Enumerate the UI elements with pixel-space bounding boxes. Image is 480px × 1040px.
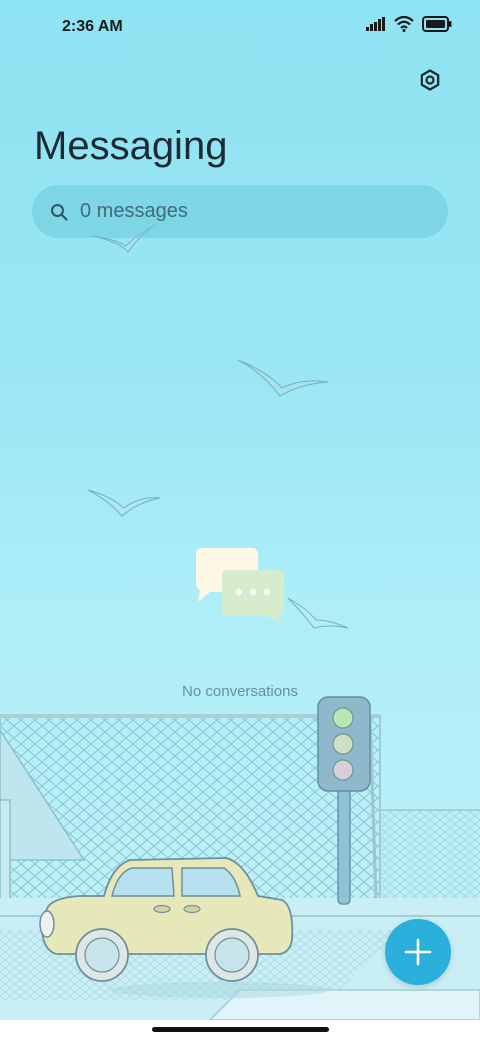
search-icon: [50, 203, 68, 221]
search-bar[interactable]: 0 messages: [32, 185, 448, 238]
status-time: 2:36 AM: [62, 18, 123, 35]
chat-bubbles-icon: [196, 548, 284, 624]
messaging-screen: 2:36 AM Messaging 0 messages No conversa…: [0, 0, 480, 1040]
bird: [287, 597, 349, 629]
home-indicator[interactable]: [152, 1027, 329, 1032]
page-title: Messaging: [34, 124, 228, 168]
signal-icon: [366, 17, 385, 31]
gear-icon: [420, 69, 440, 91]
status-bar: 2:36 AM: [0, 0, 480, 56]
plus-icon: [404, 938, 432, 966]
bird: [237, 359, 329, 397]
battery-icon: [422, 16, 452, 32]
settings-button[interactable]: [416, 66, 444, 94]
wifi-icon: [394, 16, 414, 32]
new-conversation-button[interactable]: [385, 919, 451, 985]
search-input[interactable]: 0 messages: [80, 200, 188, 223]
status-icons: [366, 16, 452, 32]
empty-state-message: No conversations: [182, 683, 298, 700]
bird: [87, 489, 161, 517]
